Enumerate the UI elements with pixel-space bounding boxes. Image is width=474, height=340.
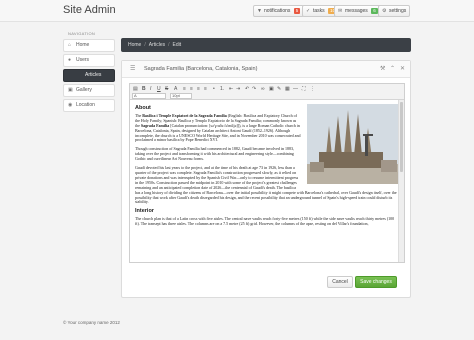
justify-icon[interactable]: ≡ [204,86,207,92]
numbered-list-icon[interactable]: 1. [220,86,224,92]
heading-interior: Interior [135,208,154,215]
breadcrumb-articles[interactable]: Articles [149,42,165,48]
sidebar-item-label: Gallery [76,87,92,93]
source-icon[interactable]: ▤ [133,86,138,92]
breadcrumb-separator: / [144,42,146,48]
gear-icon: ⚙ [382,8,387,14]
undo-icon[interactable]: ↶ [245,86,249,92]
font-size-select[interactable]: 10pt [170,93,192,99]
app-title[interactable]: Site Admin [63,4,116,16]
rich-text-editor[interactable]: ▤ B I U S A ≡ ≡ ≡ ≡ • 1. ⇤ ⇥ ↶ ↷ ∞ ▣ ✎ ▦… [129,83,405,263]
footer-copyright: © Your company name 2012 [63,320,120,325]
sidebar-item-label: Users [76,57,90,63]
home-icon: ⌂ [68,42,72,48]
sidebar: NAVIGATION ⌂ Home ● Users Articles ▣ Gal… [63,30,115,114]
tasks-label: tasks [313,8,325,14]
bell-icon: ▼ [257,8,262,14]
sidebar-item-location[interactable]: ◉ Location [63,99,115,112]
sidebar-item-articles[interactable]: Articles [63,69,115,82]
list-icon: ☰ [130,66,136,72]
breadcrumb-separator: / [168,42,170,48]
indent-icon[interactable]: ⇥ [236,86,240,92]
scrollbar-thumb[interactable] [400,102,403,172]
image-icon: ▣ [68,87,73,93]
align-left-icon[interactable]: ≡ [183,86,186,92]
wrench-icon[interactable]: ⚒ [380,61,385,78]
fullscreen-icon[interactable]: ⛶ [302,86,306,92]
close-icon[interactable]: ✕ [400,61,405,78]
brush-icon[interactable]: ✎ [277,86,281,92]
link-icon[interactable]: ∞ [261,86,265,92]
bold-button[interactable]: B [142,86,146,92]
panel-header: ☰ Sagrada Familia (Barcelona, Catalonia,… [122,61,410,78]
check-icon: ✓ [306,8,311,14]
image-insert-icon[interactable]: ▣ [269,86,274,92]
save-changes-button[interactable]: Save changes [355,276,397,288]
hr-icon[interactable]: — [293,86,298,92]
redo-icon[interactable]: ↷ [252,86,256,92]
breadcrumb-home[interactable]: Home [128,42,141,48]
table-icon[interactable]: ▦ [285,86,290,92]
edit-article-panel: ☰ Sagrada Familia (Barcelona, Catalonia,… [121,60,411,298]
editor-toolbar: ▤ B I U S A ≡ ≡ ≡ ≡ • 1. ⇤ ⇥ ↶ ↷ ∞ ▣ ✎ ▦… [130,84,404,100]
map-marker-icon: ◉ [68,102,73,108]
messages-label: messages [345,8,368,14]
sidebar-item-users[interactable]: ● Users [63,54,115,67]
article-paragraph: The church plan is that of a Latin cross… [135,216,395,227]
notifications-label: notifications [264,8,291,14]
top-navbar: Site Admin ▼ notifications 5 ✓ tasks 10 … [0,0,474,22]
messages-count-badge: 6 [371,8,378,14]
chevron-up-icon[interactable]: ⌃ [390,61,395,78]
breadcrumb-edit: Edit [172,42,182,48]
messages-button[interactable]: ✉ messages 6 [334,5,382,17]
sidebar-item-label: Home [76,42,90,48]
notifications-count-badge: 5 [293,8,301,14]
align-center-icon[interactable]: ≡ [190,86,193,92]
notifications-button[interactable]: ▼ notifications 5 [253,5,305,17]
strikethrough-button[interactable]: S [165,86,168,92]
font-family-select[interactable]: A [132,93,166,99]
underline-button[interactable]: U [157,86,161,92]
cancel-button[interactable]: Cancel [327,276,353,288]
more-icon[interactable]: ⋮ [310,86,315,92]
sidebar-heading: NAVIGATION [68,31,96,36]
panel-title: Sagrada Familia (Barcelona, Catalonia, S… [144,66,258,72]
sidebar-item-gallery[interactable]: ▣ Gallery [63,84,115,97]
sidebar-item-home[interactable]: ⌂ Home [63,39,115,52]
users-icon: ● [68,57,72,63]
bullet-list-icon[interactable]: • [213,86,215,92]
editor-scrollbar[interactable] [398,100,404,262]
settings-label: settings [389,8,407,14]
italic-button[interactable]: I [150,86,151,92]
sagrada-familia-image [307,104,399,184]
settings-button[interactable]: ⚙ settings [378,5,411,17]
envelope-icon: ✉ [338,8,343,14]
align-right-icon[interactable]: ≡ [197,86,200,92]
outdent-icon[interactable]: ⇤ [229,86,233,92]
text-color-icon[interactable]: A [174,86,177,92]
sidebar-item-label: Articles [85,72,102,78]
sidebar-item-label: Location [76,102,95,108]
editor-content[interactable]: About The Basílica i Temple Expiatori de… [130,100,404,262]
breadcrumb: Home / Articles / Edit [121,38,411,52]
